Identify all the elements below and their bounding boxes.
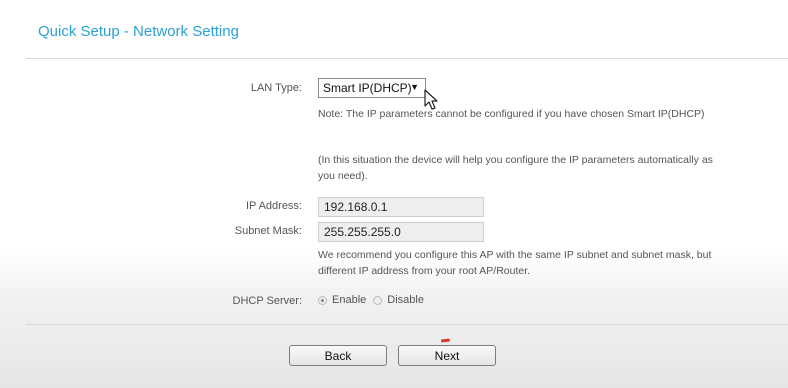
dhcp-server-radio-group: Enable Disable	[318, 294, 431, 306]
header-divider	[26, 58, 788, 59]
smart-ip-note: Note: The IP parameters cannot be config…	[318, 108, 705, 120]
next-button[interactable]: Next	[398, 345, 496, 366]
chevron-down-icon: ▼	[410, 82, 419, 92]
subnet-mask-label: Subnet Mask:	[234, 225, 302, 237]
back-button[interactable]: Back	[289, 345, 387, 366]
footer-divider	[26, 324, 788, 325]
dhcp-server-label: DHCP Server:	[232, 295, 302, 307]
dhcp-enable-radio[interactable]	[318, 295, 327, 305]
lan-type-select[interactable]: Smart IP(DHCP) ▼	[318, 78, 426, 98]
dhcp-disable-radio[interactable]	[373, 295, 383, 305]
red-mark	[440, 338, 451, 343]
lan-type-label: LAN Type:	[250, 82, 302, 94]
dhcp-disable-label[interactable]: Disable	[387, 294, 424, 306]
ip-address-field[interactable]	[318, 197, 484, 217]
auto-config-note: (In this situation the device will help …	[318, 154, 713, 182]
page-title: Quick Setup - Network Setting	[38, 23, 239, 40]
dhcp-enable-label[interactable]: Enable	[332, 294, 366, 306]
ip-address-label: IP Address:	[245, 200, 302, 212]
recommendation-note: We recommend you configure this AP with …	[318, 249, 712, 277]
subnet-mask-field[interactable]	[318, 222, 484, 242]
lan-type-selected-value: Smart IP(DHCP)	[323, 81, 412, 95]
